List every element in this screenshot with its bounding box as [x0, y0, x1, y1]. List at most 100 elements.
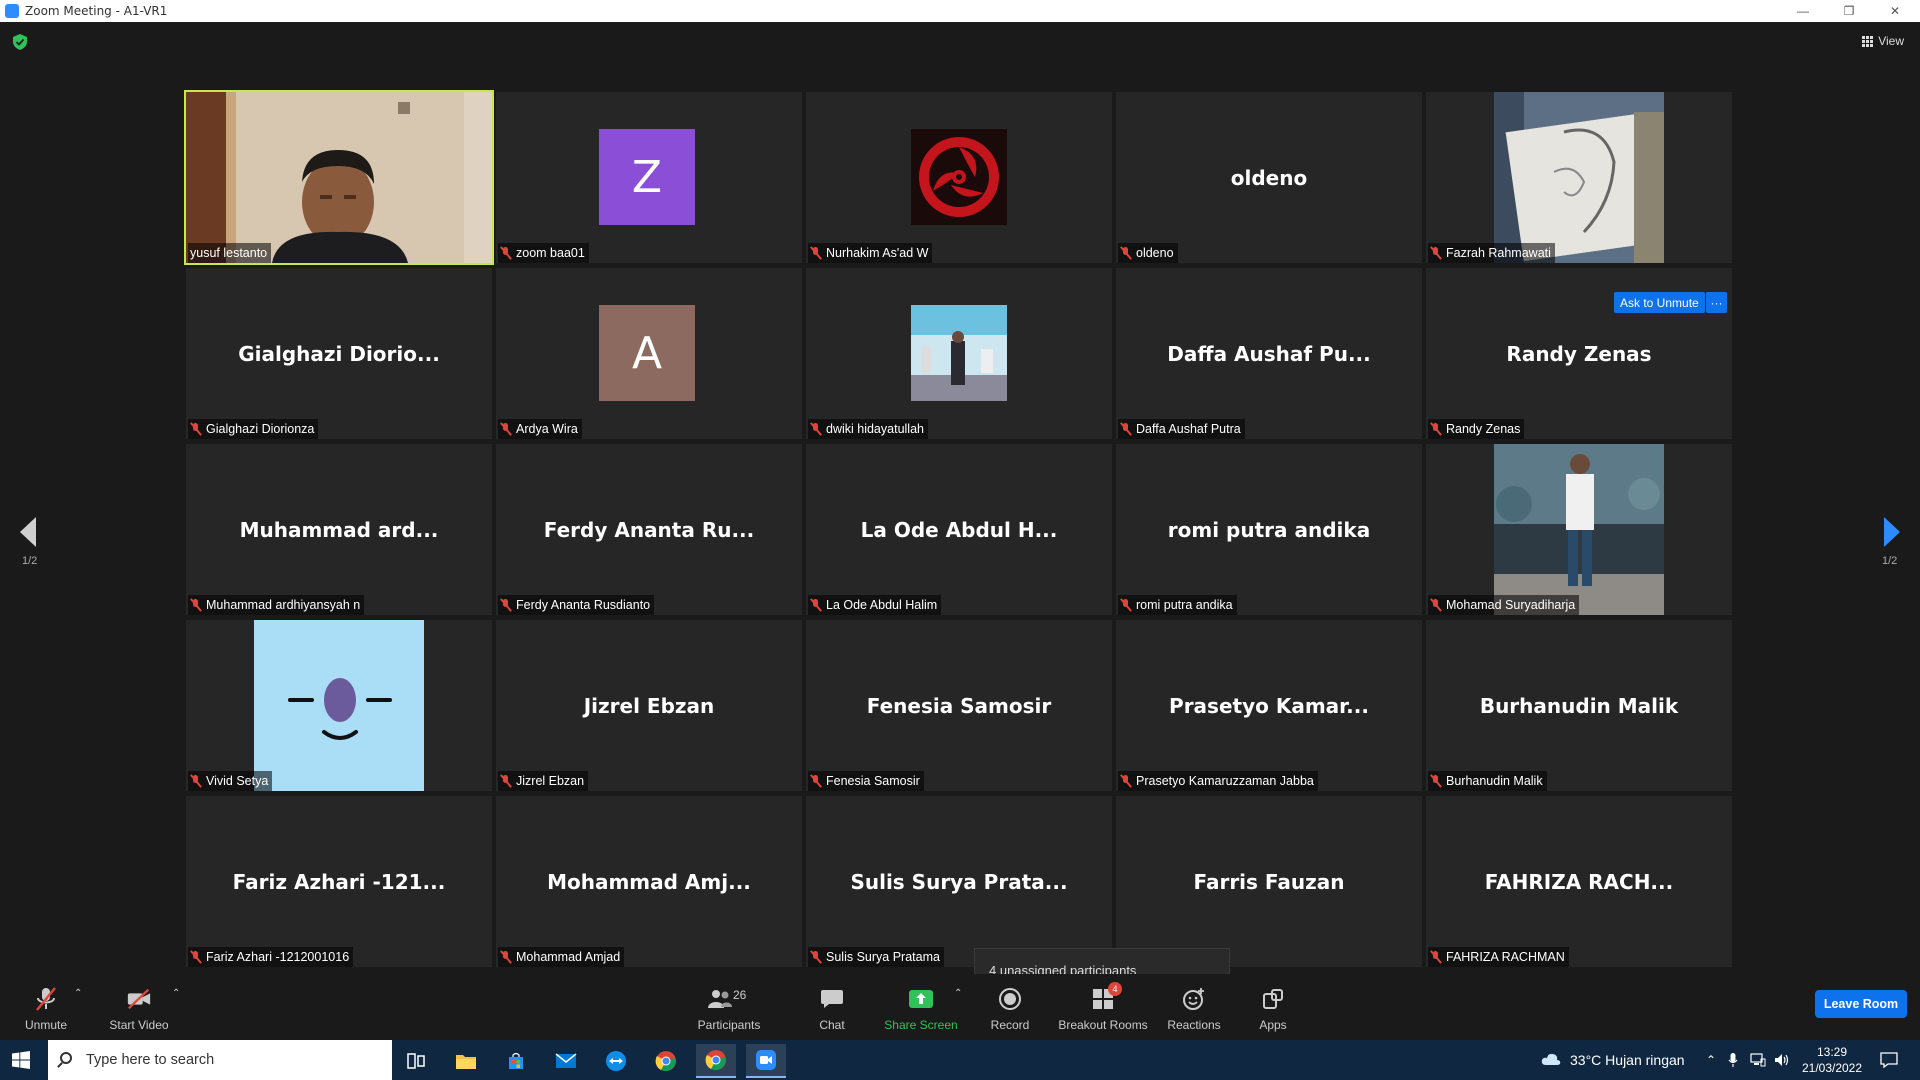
participant-name: Mohamad Suryadiharja [1446, 598, 1576, 612]
participant-tile[interactable]: Nurhakim As'ad W [806, 92, 1112, 263]
minimize-icon[interactable]: — [1780, 0, 1826, 22]
microphone-muted-icon [500, 246, 512, 260]
teamviewer-icon[interactable] [596, 1044, 636, 1078]
participant-tile[interactable]: romi putra andika romi putra andika [1116, 444, 1422, 615]
clock-time: 13:29 [1816, 1045, 1848, 1059]
next-page-arrow[interactable] [1884, 517, 1900, 547]
participant-tile[interactable]: FAHRIZA RACH... FAHRIZA RACHMAN [1426, 796, 1732, 967]
participant-name: Ardya Wira [516, 422, 578, 436]
participant-tile[interactable]: Farris Fauzan [1116, 796, 1422, 967]
participant-name-label: Ferdy Ananta Rusdianto [498, 595, 655, 615]
unmute-button[interactable]: Unmute [20, 974, 72, 1040]
participant-name: FAHRIZA RACHMAN [1446, 950, 1565, 964]
notifications-icon[interactable] [1880, 1040, 1898, 1080]
participant-tile[interactable]: oldeno oldeno [1116, 92, 1422, 263]
participant-name-label: oldeno [1118, 243, 1178, 263]
apps-button[interactable]: Apps [1256, 974, 1290, 1040]
participant-name: La Ode Abdul Halim [826, 598, 938, 612]
participant-tile[interactable]: Ferdy Ananta Ru... Ferdy Ananta Rusdianto [496, 444, 802, 615]
participant-tile[interactable]: Fenesia Samosir Fenesia Samosir [806, 620, 1112, 791]
participant-tile[interactable]: Daffa Aushaf Pu... Daffa Aushaf Putra [1116, 268, 1422, 439]
participant-name-label: Mohamad Suryadiharja [1428, 595, 1580, 615]
leave-room-button[interactable]: Leave Room [1815, 990, 1907, 1018]
view-button[interactable]: View [1862, 34, 1904, 48]
participant-name-label: Fenesia Samosir [808, 771, 924, 791]
zoom-app-icon[interactable] [746, 1044, 786, 1078]
participant-tile[interactable]: Jizrel Ebzan Jizrel Ebzan [496, 620, 802, 791]
breakout-rooms-icon: 4 [1090, 982, 1122, 1012]
mail-icon[interactable] [546, 1044, 586, 1078]
share-screen-icon [908, 986, 934, 1012]
microphone-muted-icon [500, 422, 512, 436]
record-button[interactable]: Record [986, 974, 1034, 1040]
participant-name-label: Sulis Surya Pratama [808, 947, 944, 967]
breakout-rooms-button[interactable]: 4 Breakout Rooms [1056, 974, 1150, 1040]
unmute-label: Unmute [24, 1018, 68, 1032]
show-hidden-icons-chevron-icon[interactable]: ⌃ [1706, 1040, 1716, 1080]
share-screen-label: Share Screen [884, 1018, 958, 1032]
participant-tile[interactable]: Muhammad ard... Muhammad ardhiyansyah n [186, 444, 492, 615]
participant-name-label: zoom baa01 [498, 243, 589, 263]
task-view-icon[interactable] [396, 1044, 436, 1078]
reactions-button[interactable]: Reactions [1166, 974, 1222, 1040]
taskbar-search-input[interactable]: Type here to search [48, 1040, 392, 1080]
participant-name: Burhanudin Malik [1446, 774, 1543, 788]
participant-tile[interactable]: Prasetyo Kamar... Prasetyo Kamaruzzaman J… [1116, 620, 1422, 791]
microphone-tray-icon[interactable] [1728, 1040, 1738, 1080]
participant-name: Prasetyo Kamaruzzaman Jabba [1136, 774, 1314, 788]
share-options-caret-icon[interactable]: ⌃ [954, 988, 962, 999]
participant-tile[interactable]: Fazrah Rahmawati [1426, 92, 1732, 263]
network-icon[interactable] [1750, 1040, 1766, 1080]
participant-display-name: Sulis Surya Prata... [850, 869, 1068, 894]
participant-tile[interactable]: Gialghazi Diorio... Gialghazi Diorionza [186, 268, 492, 439]
participant-tile[interactable]: Mohammad Amj... Mohammad Amjad [496, 796, 802, 967]
participant-display-name: Burhanudin Malik [1479, 693, 1679, 718]
participant-name: Mohammad Amjad [516, 950, 621, 964]
audio-options-caret-icon[interactable]: ⌃ [74, 988, 82, 999]
volume-icon[interactable] [1774, 1040, 1790, 1080]
chrome-profile-icon[interactable] [696, 1044, 736, 1078]
participant-tile[interactable]: Mohamad Suryadiharja [1426, 444, 1732, 615]
windows-taskbar: Type here to search 33°C Hujan ringan ⌃ … [0, 1040, 1920, 1080]
participant-tile[interactable]: Vivid Setya [186, 620, 492, 791]
participant-tile[interactable]: yusuf lestanto [184, 90, 494, 265]
participant-tile[interactable]: Zzoom baa01 [496, 92, 802, 263]
window-title: Zoom Meeting - A1-VR1 [25, 4, 168, 18]
microphone-muted-icon [500, 774, 512, 788]
file-explorer-icon[interactable] [446, 1044, 486, 1078]
clock-date: 21/03/2022 [1801, 1061, 1863, 1075]
ask-to-unmute-button[interactable]: Ask to Unmute [1614, 292, 1705, 313]
restore-icon[interactable]: ❐ [1826, 0, 1872, 22]
participant-tile[interactable]: Sulis Surya Prata... Sulis Surya Pratama [806, 796, 1112, 967]
record-label: Record [990, 1018, 1030, 1032]
security-shield-icon[interactable] [13, 34, 27, 50]
chat-label: Chat [819, 1018, 845, 1032]
microsoft-store-icon[interactable] [496, 1044, 536, 1078]
share-screen-button[interactable]: Share Screen [884, 974, 958, 1040]
start-video-button[interactable]: Start Video [106, 974, 172, 1040]
participant-name-label: Prasetyo Kamaruzzaman Jabba [1118, 771, 1318, 791]
participant-tile[interactable]: dwiki hidayatullah [806, 268, 1112, 439]
participant-tile[interactable]: Fariz Azhari -121... Fariz Azhari -121200… [186, 796, 492, 967]
participant-name: zoom baa01 [516, 246, 585, 260]
windows-start-icon[interactable] [12, 1051, 30, 1069]
record-icon [997, 986, 1023, 1012]
close-icon[interactable]: ✕ [1872, 0, 1918, 22]
participant-display-name: Daffa Aushaf Pu... [1167, 341, 1371, 366]
participant-name-label: Vivid Setya [188, 771, 273, 791]
more-options-button[interactable]: ··· [1706, 292, 1727, 313]
weather-widget[interactable]: 33°C Hujan ringan [1540, 1040, 1685, 1080]
previous-page-arrow[interactable] [20, 517, 36, 547]
chat-button[interactable]: Chat [812, 974, 852, 1040]
participants-button[interactable]: 26 Participants [694, 974, 764, 1040]
participant-tile[interactable]: A Ardya Wira [496, 268, 802, 439]
search-icon [60, 1052, 72, 1064]
participant-tile[interactable]: La Ode Abdul H... La Ode Abdul Halim [806, 444, 1112, 615]
participant-tile[interactable]: Burhanudin Malik Burhanudin Malik [1426, 620, 1732, 791]
participant-name: Sulis Surya Pratama [826, 950, 940, 964]
video-options-caret-icon[interactable]: ⌃ [172, 988, 180, 999]
chrome-icon[interactable] [646, 1044, 686, 1078]
taskbar-clock[interactable]: 13:29 21/03/2022 [1794, 1044, 1870, 1076]
microphone-muted-icon [190, 422, 202, 436]
weather-text: 33°C Hujan ringan [1570, 1052, 1685, 1068]
